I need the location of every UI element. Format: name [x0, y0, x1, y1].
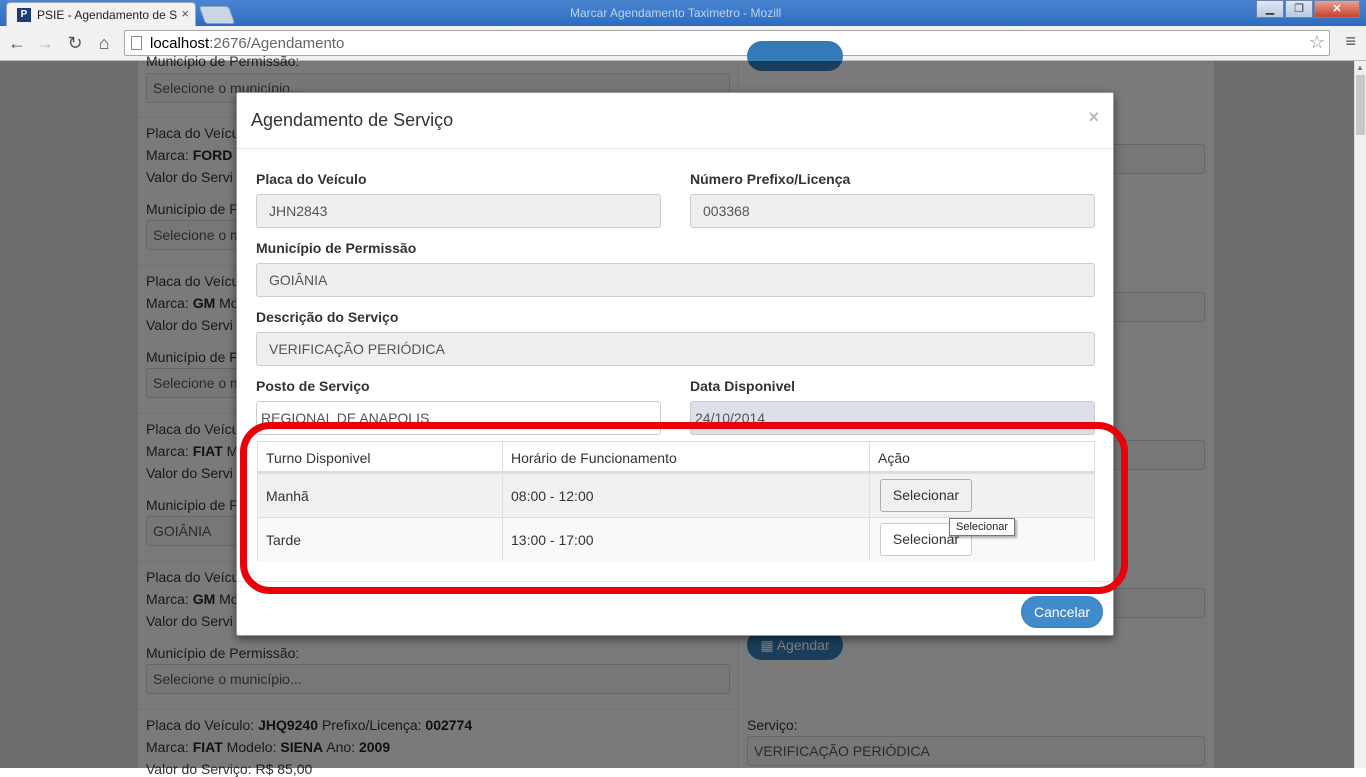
scroll-up-icon[interactable]: ▲ — [1356, 63, 1364, 72]
browser-titlebar: P PSIE - Agendamento de Se × Marcar Agen… — [0, 0, 1366, 26]
window-title: Marcar Agendamento Taximetro - Mozill — [570, 6, 782, 20]
address-bar[interactable]: localhost:2676/Agendamento ☆ — [124, 30, 1330, 56]
modal-title: Agendamento de Serviço — [251, 110, 454, 130]
minimize-button[interactable]: ▁ — [1256, 0, 1284, 18]
page-icon — [131, 36, 142, 50]
municipio-field[interactable]: GOIÂNIA — [256, 263, 1095, 297]
placa-label: Placa do Veículo — [256, 171, 367, 187]
modal-header: Agendamento de Serviço × — [237, 93, 1113, 149]
prefixo-field[interactable]: 003368 — [690, 194, 1095, 228]
forward-icon[interactable]: → — [34, 32, 56, 54]
favicon-icon: P — [17, 8, 31, 22]
close-icon[interactable]: × — [1088, 107, 1099, 128]
restore-button[interactable]: ❐ — [1285, 0, 1313, 18]
menu-icon[interactable]: ≡ — [1345, 31, 1356, 52]
url-host: localhost — [150, 35, 210, 52]
url-text: localhost:2676/Agendamento — [150, 35, 344, 52]
tab-close-icon[interactable]: × — [181, 6, 189, 21]
descricao-field[interactable]: VERIFICAÇÃO PERIÓDICA — [256, 332, 1095, 366]
posto-label: Posto de Serviço — [256, 378, 370, 394]
reload-icon[interactable]: ↻ — [64, 32, 86, 54]
municipio-label: Município de Permissão — [256, 240, 417, 256]
highlight-annotation — [240, 422, 1128, 594]
new-tab-button[interactable] — [198, 6, 236, 24]
descricao-label: Descrição do Serviço — [256, 309, 399, 325]
home-icon[interactable]: ⌂ — [93, 32, 115, 54]
browser-tab[interactable]: P PSIE - Agendamento de Se × — [6, 2, 196, 26]
url-path: :2676/Agendamento — [209, 35, 345, 52]
page-scrollbar[interactable]: ▲ — [1354, 61, 1366, 768]
window-controls: ▁ ❐ ✕ — [1255, 0, 1360, 20]
prefixo-label: Número Prefixo/Licença — [690, 171, 851, 187]
close-window-button[interactable]: ✕ — [1314, 0, 1360, 18]
placa-field[interactable]: JHN2843 — [256, 194, 661, 228]
back-icon[interactable]: ← — [6, 32, 28, 54]
tab-title: PSIE - Agendamento de Se — [37, 8, 177, 22]
data-label: Data Disponivel — [690, 378, 796, 394]
cancel-button[interactable]: Cancelar — [1021, 596, 1103, 628]
bookmark-star-icon[interactable]: ☆ — [1309, 32, 1325, 53]
scroll-thumb[interactable] — [1356, 75, 1365, 135]
